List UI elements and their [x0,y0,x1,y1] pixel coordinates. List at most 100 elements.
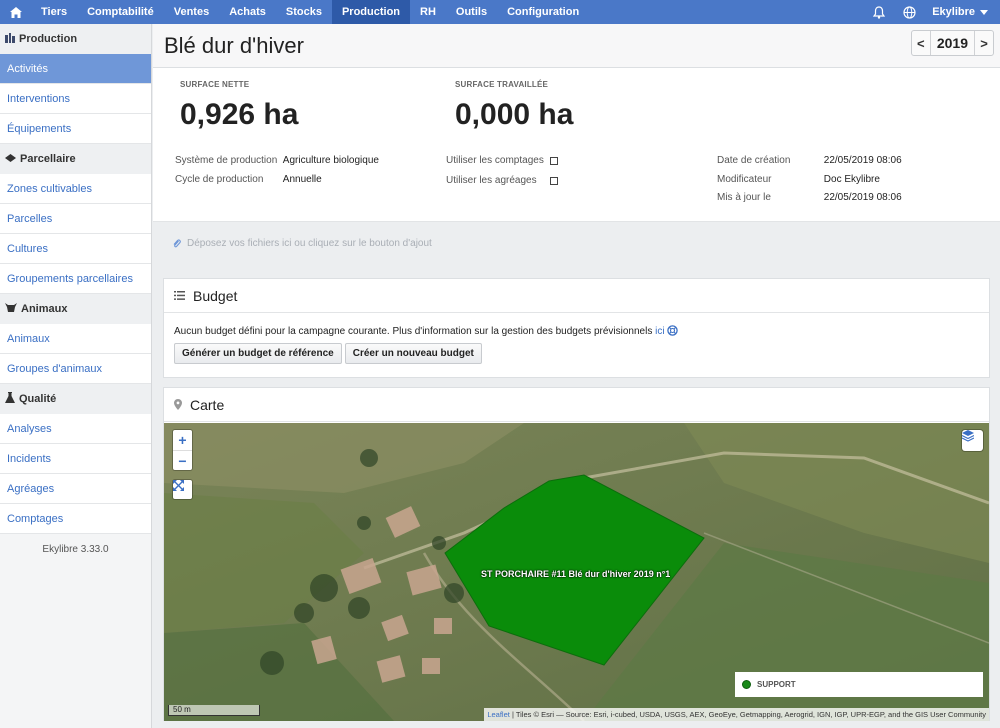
nav-stocks[interactable]: Stocks [276,0,332,24]
sidebar-item-parcelles[interactable]: Parcelles [0,204,151,234]
campaign-selector: < 2019 > [910,30,994,56]
sidebar-item-groupes-animaux[interactable]: Groupes d'animaux [0,354,151,384]
zoom-out-button[interactable]: − [173,450,192,470]
nav-rh[interactable]: RH [410,0,446,24]
layers-icon [962,430,974,442]
page-title: Blé dur d'hiver [164,33,304,58]
production-icon [5,32,15,46]
attribution-text: | Tiles © Esri — Source: Esri, i-cubed, … [509,710,986,719]
use-counts-text: Utiliser les comptages [446,155,544,166]
budget-help-link[interactable]: ici [655,326,664,337]
production-cycle-label: Cycle de production [175,174,264,185]
created-label: Date de création [717,155,791,166]
leaflet-link[interactable]: Leaflet [487,710,510,719]
main-content: Blé dur d'hiver < 2019 > SURFACE NETTE 0… [153,24,1000,728]
budget-actions: Générer un budget de référence Créer un … [174,343,979,364]
sidebar-item-interventions[interactable]: Interventions [0,84,151,114]
budget-message: Aucun budget défini pour la campagne cou… [174,326,653,337]
use-gradings-text: Utiliser les agréages [446,175,537,186]
file-dropzone[interactable]: Déposez vos fichiers ici ou cliquez sur … [153,222,1000,266]
legend-label: SUPPORT [757,680,796,689]
map-view[interactable]: ST PORCHAIRE #11 Blé dur d'hiver 2019 n°… [164,423,989,721]
map-title: Carte [190,396,225,413]
globe-icon[interactable] [894,0,924,24]
production-system-value: Agriculture biologique [282,155,379,166]
caret-down-icon [980,9,988,15]
user-menu[interactable]: Ekylibre [924,0,1000,24]
use-counts-checkbox[interactable] [550,157,558,165]
dropzone-text: Déposez vos fichiers ici ou cliquez sur … [187,238,432,249]
create-budget-button[interactable]: Créer un nouveau budget [344,343,482,364]
sidebar-section-parcellaire: Parcellaire [0,144,151,174]
map-legend: SUPPORT [735,672,983,697]
bell-icon[interactable] [864,0,894,24]
previous-year-button[interactable]: < [912,31,930,55]
zoom-in-button[interactable]: + [173,430,192,450]
sidebar-item-comptages[interactable]: Comptages [0,504,151,534]
nav-ventes[interactable]: Ventes [164,0,219,24]
created-value: 22/05/2019 08:06 [823,155,902,166]
expand-icon [173,480,184,491]
sidebar-section-title: Parcellaire [20,153,76,165]
sidebar-item-activites[interactable]: Activités [0,54,151,84]
budget-title: Budget [193,287,238,304]
next-year-button[interactable]: > [975,31,993,55]
created-row: Date de création 22/05/2019 08:06 [717,155,902,166]
sidebar-item-animaux[interactable]: Animaux [0,324,151,354]
nav-outils[interactable]: Outils [446,0,497,24]
sidebar-item-analyses[interactable]: Analyses [0,414,151,444]
sidebar-item-equipements[interactable]: Équipements [0,114,151,144]
nav-tiers[interactable]: Tiers [31,0,77,24]
map-marker-icon [174,399,182,410]
lifebuoy-icon[interactable] [667,325,679,336]
production-system-row: Système de production Agriculture biolog… [175,155,379,166]
fullscreen-button[interactable] [173,480,192,499]
sidebar-item-groupements-parcellaires[interactable]: Groupements parcellaires [0,264,151,294]
legend-swatch [742,680,751,689]
budget-panel: Budget Aucun budget défini pour la campa… [163,278,990,378]
nav-production[interactable]: Production [331,0,411,24]
home-icon[interactable] [0,0,31,24]
sidebar-section-title: Animaux [21,303,68,315]
field-label: ST PORCHAIRE #11 Blé dur d'hiver 2019 n°… [481,569,671,579]
updated-label: Mis à jour le [717,192,771,203]
sidebar-item-zones-cultivables[interactable]: Zones cultivables [0,174,151,204]
generate-budget-button[interactable]: Générer un budget de référence [174,343,342,364]
modifier-value: Doc Ekylibre [823,174,880,185]
nav-achats[interactable]: Achats [219,0,276,24]
net-surface-label: SURFACE NETTE [180,80,250,89]
nav-comptabilite[interactable]: Comptabilité [77,0,164,24]
layers-button[interactable] [962,430,983,451]
sidebar-section-animaux: Animaux [0,294,151,324]
net-surface-value: 0,926 ha [180,98,299,131]
sidebar-section-title: Qualité [19,393,57,405]
worked-surface-label: SURFACE TRAVAILLÉE [455,80,549,89]
modifier-label: Modificateur [717,174,772,185]
current-year: 2019 [929,31,975,55]
updated-value: 22/05/2019 08:06 [823,192,902,203]
flask-icon [5,392,15,406]
parcel-icon [5,153,16,165]
map-header: Carte [164,388,989,422]
use-counts-label: Utiliser les comptages [446,155,544,166]
budget-header: Budget [164,279,989,313]
activity-summary: SURFACE NETTE 0,926 ha SURFACE TRAVAILLÉ… [153,68,1000,222]
sidebar-item-agreages[interactable]: Agréages [0,474,151,504]
paperclip-icon [173,239,181,248]
sidebar-section-title: Production [19,33,78,45]
use-gradings-checkbox[interactable] [550,177,558,185]
use-gradings-label: Utiliser les agréages [446,175,537,186]
list-icon [174,291,185,300]
user-name: Ekylibre [932,6,975,18]
sidebar-section-qualite: Qualité [0,384,151,414]
cow-icon [5,303,17,315]
page-header: Blé dur d'hiver < 2019 > [153,24,1000,68]
map-attribution: Leaflet | Tiles © Esri — Source: Esri, i… [484,708,989,721]
sidebar-item-incidents[interactable]: Incidents [0,444,151,474]
production-cycle-value: Annuelle [282,174,322,185]
sidebar-item-cultures[interactable]: Cultures [0,234,151,264]
updated-row: Mis à jour le 22/05/2019 08:06 [717,192,902,203]
nav-configuration[interactable]: Configuration [497,0,589,24]
sidebar: Production Activités Interventions Équip… [0,24,152,728]
